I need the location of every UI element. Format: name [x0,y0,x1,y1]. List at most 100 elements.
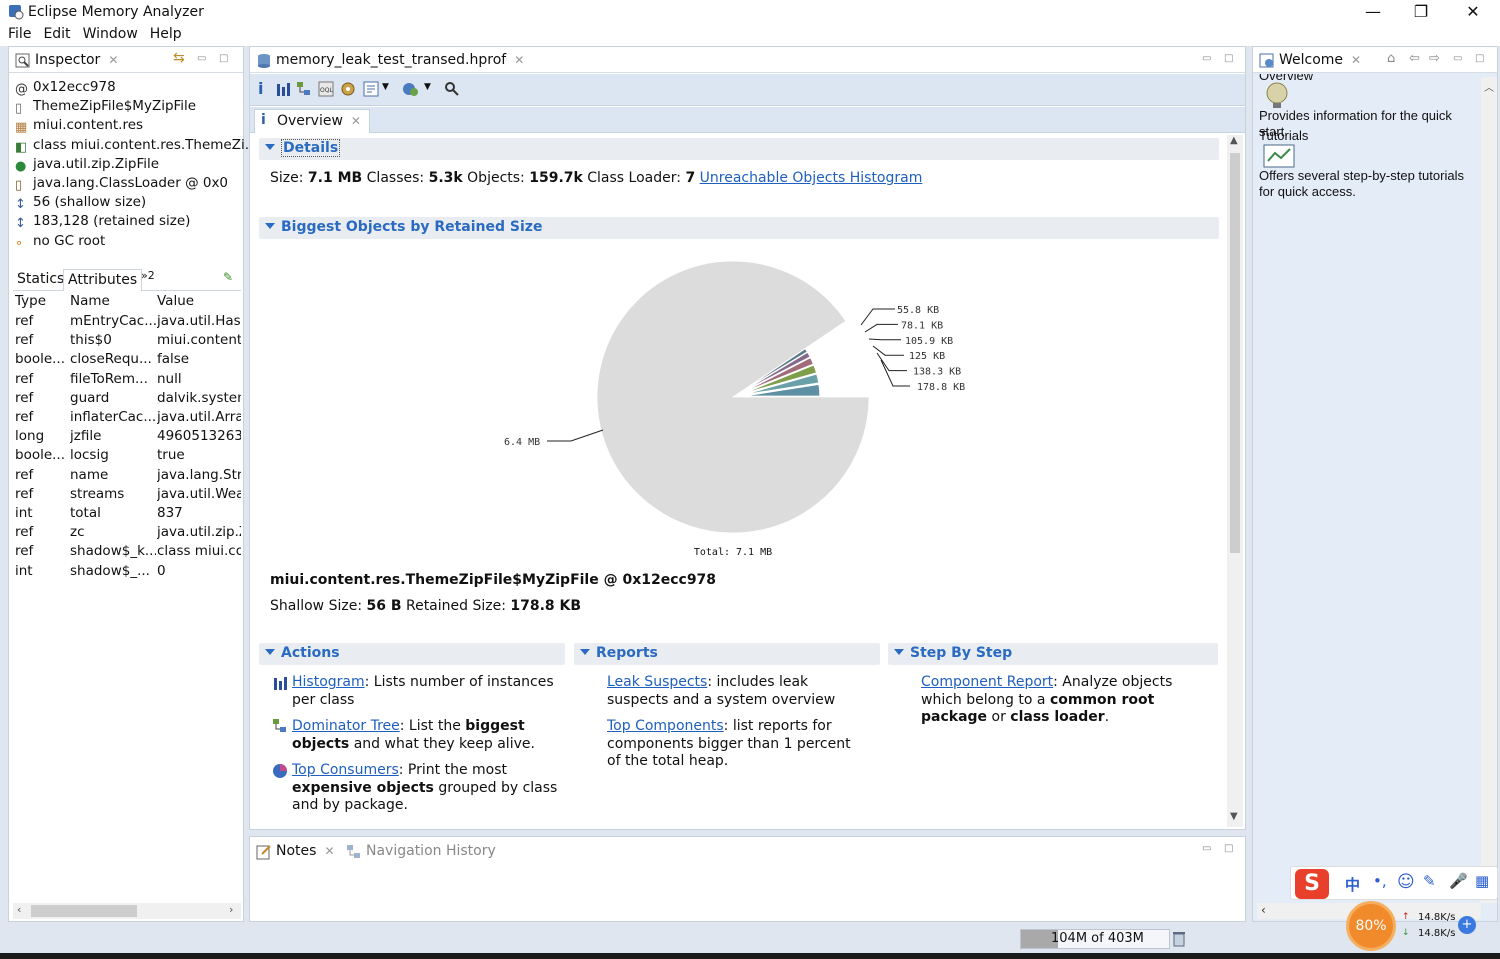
inspector-item[interactable]: ● java.util.zip.ZipFile [15,156,159,175]
scroll-down-icon[interactable]: ▼ [1230,811,1238,822]
scroll-up-icon[interactable]: ▲ [1230,135,1238,146]
biggest-objects-pie-chart[interactable]: 55.8 KB 78.1 KB 105.9 KB 125 KB 138.3 KB 178.… [500,247,1000,567]
histogram-link[interactable]: Histogram [292,674,365,690]
query-browser-icon[interactable] [363,81,379,97]
column-type[interactable]: Type [15,293,46,309]
leak-suspects-link[interactable]: Leak Suspects [607,674,707,690]
table-row[interactable]: int shadow$_... 0 [15,563,241,582]
search-icon[interactable] [444,81,460,97]
inspector-item[interactable]: ↕ 56 (shallow size) [15,194,146,213]
menu-help[interactable]: Help [146,24,186,44]
table-row[interactable]: ref this$0 miui.content. [15,332,241,351]
menu-file[interactable]: File [4,24,35,44]
scroll-thumb[interactable] [1230,153,1240,553]
ime-voice-icon[interactable]: 🎤 [1449,872,1468,890]
table-row[interactable]: long jzfile 49605132633 [15,428,241,447]
tab-overview[interactable]: i Overview ✕ [254,109,370,133]
details-section-header[interactable]: Details [259,138,1219,160]
maximize-icon[interactable]: □ [1224,843,1233,854]
close-icon[interactable]: ✕ [351,114,361,128]
pie-slice[interactable] [596,260,870,534]
table-row[interactable]: boole... locsig true [15,447,241,466]
inspector-item[interactable]: ◧ class miui.content.res.ThemeZi... [15,137,258,156]
tab-navigation-history[interactable]: Navigation History [340,841,504,863]
editor-vscrollbar[interactable]: ▲ ▼ [1227,135,1243,827]
component-report-link[interactable]: Component Report [921,674,1053,690]
chevron-down-icon[interactable]: ▼ [424,82,431,92]
restore-button[interactable]: ❐ [1398,2,1444,24]
inspector-item[interactable]: ▦ miui.content.res [15,117,143,136]
oql-icon[interactable]: OQL [318,81,334,97]
heap-status[interactable]: 104M of 403M [1020,929,1170,949]
close-icon[interactable]: ✕ [324,844,334,858]
tutorials-icon[interactable] [1263,144,1295,168]
dominator-tree-link[interactable]: Dominator Tree [292,718,400,734]
minimize-icon[interactable]: ▭ [197,53,206,64]
link-with-editor-icon[interactable]: ⇆ [173,50,185,66]
biggest-objects-section-header[interactable]: Biggest Objects by Retained Size [259,217,1219,239]
close-icon[interactable]: ✕ [108,53,118,67]
group-by-icon[interactable] [402,81,420,97]
table-row[interactable]: ref mEntryCac... java.util.Hash [15,313,241,332]
ime-chinese-mode-icon[interactable]: 中 [1345,874,1360,895]
tab-welcome[interactable]: Welcome ✕ [1253,50,1369,72]
top-consumers-link[interactable]: Top Consumers [292,762,399,778]
column-name[interactable]: Name [70,293,110,309]
chevron-down-icon[interactable]: ▼ [382,82,389,92]
pin-icon[interactable]: ✎ [223,270,233,284]
tab-inspector[interactable]: Inspector ✕ [9,50,126,72]
scroll-up-icon[interactable]: ︿ [1484,79,1494,94]
subtab-statics[interactable]: Statics [17,271,64,287]
menu-edit[interactable]: Edit [39,24,74,44]
scroll-left-icon[interactable]: ‹ [1261,903,1266,917]
reports-section-header[interactable]: Reports [574,643,880,665]
inspector-item[interactable]: ▯ java.lang.ClassLoader @ 0x0 [15,175,228,194]
maximize-icon[interactable]: □ [219,53,228,64]
forward-icon[interactable]: ⇨ [1429,51,1440,66]
info-icon[interactable]: i [258,79,263,98]
inspector-item[interactable]: @0x12ecc978 [15,79,116,98]
ime-logo-icon[interactable]: S [1295,869,1329,899]
inspector-item[interactable]: ↕ 183,128 (retained size) [15,213,190,232]
maximize-icon[interactable]: □ [1224,53,1233,64]
subtab-overflow[interactable]: »2 [141,269,155,282]
minimize-button[interactable]: — [1350,2,1396,24]
tab-hprof[interactable]: memory_leak_test_transed.hprof ✕ [250,50,532,72]
ime-skin-icon[interactable]: ✎ [1423,872,1436,890]
table-row[interactable]: boole... closeRequ... false [15,351,241,370]
home-icon[interactable]: ⌂ [1387,51,1395,66]
table-row[interactable]: ref name java.lang.Strir [15,467,241,486]
subtab-attributes[interactable]: Attributes [63,269,143,291]
inspector-item[interactable]: ▯ ThemeZipFile$MyZipFile [15,98,196,117]
welcome-vscrollbar[interactable]: ︿ [1481,77,1497,903]
unreachable-histogram-link[interactable]: Unreachable Objects Histogram [700,170,923,186]
histogram-icon[interactable] [276,82,290,96]
top-components-link[interactable]: Top Components [607,718,724,734]
maximize-icon[interactable]: □ [1475,53,1484,64]
inspector-hscrollbar[interactable]: ‹ › [13,903,241,919]
garbage-collect-icon[interactable] [1172,931,1186,947]
column-value[interactable]: Value [157,293,194,309]
gear-icon[interactable] [340,81,356,97]
boost-icon[interactable]: + [1458,916,1476,934]
ime-toolbox-icon[interactable]: ▦ [1475,872,1489,890]
menu-window[interactable]: Window [79,24,142,44]
table-row[interactable]: ref streams java.util.Weak [15,486,241,505]
tab-notes[interactable]: Notes ✕ [250,841,343,863]
table-row[interactable]: ref shadow$_k... class miui.cor [15,543,241,562]
close-icon[interactable]: ✕ [1351,53,1361,67]
minimize-icon[interactable]: ▭ [1453,53,1462,64]
scroll-left-icon[interactable]: ‹ [17,903,21,916]
close-window-button[interactable]: ✕ [1450,2,1496,24]
tutorials-heading[interactable]: Tutorials [1259,128,1308,143]
dominator-tree-icon[interactable] [296,81,312,97]
scroll-right-icon[interactable]: › [229,903,233,916]
minimize-icon[interactable]: ▭ [1202,53,1211,64]
close-icon[interactable]: ✕ [514,53,524,67]
minimize-icon[interactable]: ▭ [1202,843,1211,854]
inspector-item[interactable]: ∘ no GC root [15,233,105,252]
actions-section-header[interactable]: Actions [259,643,565,665]
back-icon[interactable]: ⇦ [1409,51,1420,66]
table-row[interactable]: int total 837 [15,505,241,524]
step-by-step-section-header[interactable]: Step By Step [888,643,1218,665]
